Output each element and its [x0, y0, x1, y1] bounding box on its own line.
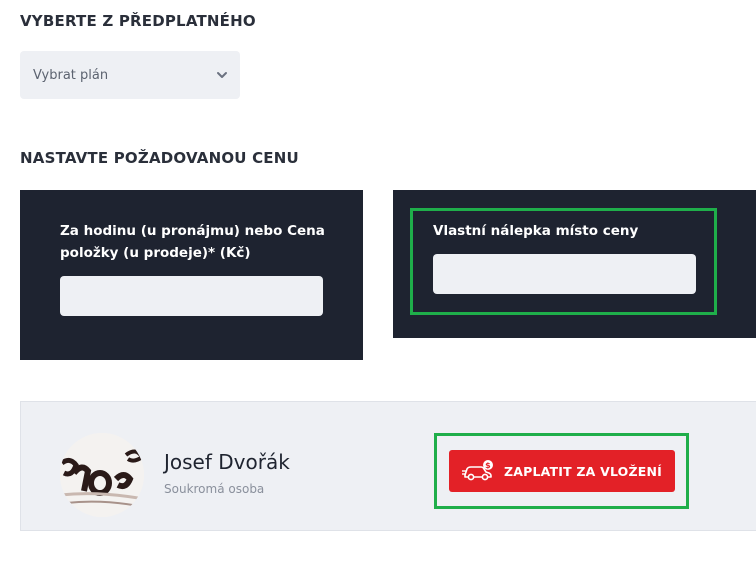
price-panel: Za hodinu (u pronájmu) nebo Cena položky…	[20, 190, 363, 360]
pay-button-label: ZAPLATIT ZA VLOŽENÍ	[503, 463, 663, 479]
price-input[interactable]	[60, 276, 323, 316]
plan-select-value: Vybrat plán	[33, 67, 109, 83]
user-name: Josef Dvořák	[164, 450, 290, 474]
chevron-down-icon	[217, 72, 227, 78]
avatar[interactable]	[60, 433, 144, 517]
price-field-label: Za hodinu (u pronájmu) nebo Cena položky…	[60, 223, 325, 261]
subscription-heading: VYBERTE Z PŘEDPLATNÉHO	[20, 12, 256, 30]
avatar-logo-icon	[60, 433, 144, 517]
user-role: Soukromá osoba	[164, 482, 265, 496]
car-dollar-icon: $	[461, 460, 493, 481]
custom-label-input[interactable]	[433, 254, 696, 294]
custom-label-panel: Vlastní nálepka místo ceny	[393, 190, 756, 338]
pay-for-listing-button[interactable]: $ ZAPLATIT ZA VLOŽENÍ	[449, 450, 675, 492]
plan-select[interactable]: Vybrat plán	[20, 51, 240, 99]
custom-label-field-label: Vlastní nálepka místo ceny	[433, 223, 639, 239]
svg-text:$: $	[485, 461, 491, 470]
price-heading: NASTAVTE POŽADOVANOU CENU	[20, 149, 299, 167]
